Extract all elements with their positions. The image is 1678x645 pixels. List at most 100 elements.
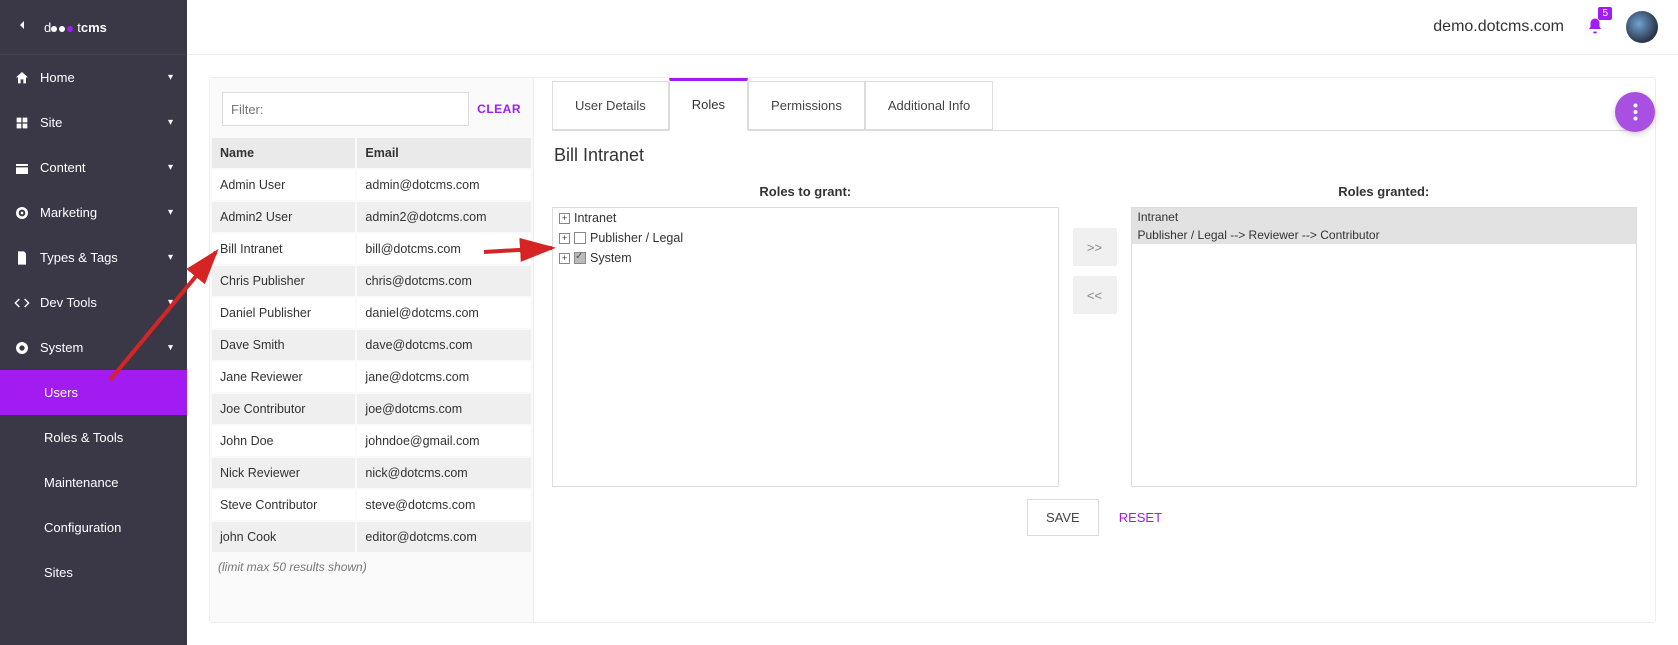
role-tree-item[interactable]: + Intranet bbox=[553, 208, 1058, 228]
table-row[interactable]: Jane Reviewerjane@dotcms.com bbox=[212, 362, 531, 392]
site-name[interactable]: demo.dotcms.com bbox=[1433, 18, 1564, 36]
user-name: Nick Reviewer bbox=[212, 458, 355, 488]
main: demo.dotcms.com 5 CLEAR bbox=[187, 0, 1678, 645]
roles-granted-box[interactable]: IntranetPublisher / Legal --> Reviewer -… bbox=[1131, 207, 1638, 487]
chevron-down-icon: ▾ bbox=[168, 207, 173, 218]
user-email: jane@dotcms.com bbox=[357, 362, 531, 392]
shuttle: >> << bbox=[1073, 228, 1117, 314]
user-name: Admin User bbox=[212, 170, 355, 200]
roles-to-grant-box[interactable]: + Intranet + Publisher / Legal +System bbox=[552, 207, 1059, 487]
sidebar: dtcms Home ▾ Site ▾ Content ▾ Marketing … bbox=[0, 0, 187, 645]
checkbox[interactable] bbox=[574, 232, 586, 244]
kebab-icon bbox=[1633, 103, 1638, 121]
chevron-down-icon: ▾ bbox=[168, 297, 173, 308]
chevron-down-icon: ▾ bbox=[168, 117, 173, 128]
user-email: joe@dotcms.com bbox=[357, 394, 531, 424]
table-row[interactable]: Daniel Publisherdaniel@dotcms.com bbox=[212, 298, 531, 328]
granted-role[interactable]: Publisher / Legal --> Reviewer --> Contr… bbox=[1132, 226, 1637, 244]
user-name: Dave Smith bbox=[212, 330, 355, 360]
notifications-button[interactable]: 5 bbox=[1586, 17, 1604, 38]
checkbox[interactable] bbox=[574, 252, 586, 264]
tab-permissions[interactable]: Permissions bbox=[748, 81, 865, 130]
user-name: john Cook bbox=[212, 522, 355, 552]
logo: dtcms bbox=[44, 17, 107, 37]
notification-badge: 5 bbox=[1598, 7, 1612, 20]
expand-icon[interactable]: + bbox=[559, 253, 570, 264]
user-email: bill@dotcms.com bbox=[357, 234, 531, 264]
user-detail-panel: User Details Roles Permissions Additiona… bbox=[534, 78, 1655, 622]
chevron-down-icon: ▾ bbox=[168, 72, 173, 83]
nav-content[interactable]: Content ▾ bbox=[0, 145, 187, 190]
roles-granted-label: Roles granted: bbox=[1131, 184, 1638, 199]
table-row[interactable]: Admin Useradmin@dotcms.com bbox=[212, 170, 531, 200]
avatar[interactable] bbox=[1626, 11, 1658, 43]
table-row[interactable]: Chris Publisherchris@dotcms.com bbox=[212, 266, 531, 296]
clear-button[interactable]: CLEAR bbox=[477, 102, 521, 116]
sidebar-header: dtcms bbox=[0, 0, 187, 55]
add-role-button[interactable]: >> bbox=[1073, 228, 1117, 266]
user-name: Steve Contributor bbox=[212, 490, 355, 520]
user-email: chris@dotcms.com bbox=[357, 266, 531, 296]
more-actions-button[interactable] bbox=[1615, 92, 1655, 132]
nav-label: Types & Tags bbox=[40, 250, 118, 265]
user-name: Bill Intranet bbox=[212, 234, 355, 264]
system-subnav: Users Roles & Tools Maintenance Configur… bbox=[0, 370, 187, 595]
table-row[interactable]: john Cookeditor@dotcms.com bbox=[212, 522, 531, 552]
nav-label: Content bbox=[40, 160, 86, 175]
role-tree-item[interactable]: + Publisher / Legal bbox=[553, 228, 1058, 248]
filter-input[interactable] bbox=[222, 92, 469, 126]
nav-home[interactable]: Home ▾ bbox=[0, 55, 187, 100]
user-email: dave@dotcms.com bbox=[357, 330, 531, 360]
reset-button[interactable]: RESET bbox=[1119, 510, 1162, 525]
nav-dev-tools[interactable]: Dev Tools ▾ bbox=[0, 280, 187, 325]
tab-additional[interactable]: Additional Info bbox=[865, 81, 993, 130]
panel: CLEAR Name Email Admin Useradmin@dotcms.… bbox=[209, 77, 1656, 623]
nav-label: Marketing bbox=[40, 205, 97, 220]
table-row[interactable]: Bill Intranetbill@dotcms.com bbox=[212, 234, 531, 264]
chevron-up-icon: ▴ bbox=[168, 342, 173, 353]
subnav-users[interactable]: Users bbox=[0, 370, 187, 415]
nav-system[interactable]: System ▴ bbox=[0, 325, 187, 370]
save-button[interactable]: SAVE bbox=[1027, 499, 1099, 536]
nav-site[interactable]: Site ▾ bbox=[0, 100, 187, 145]
role-label: Intranet bbox=[574, 211, 616, 225]
table-row[interactable]: John Doejohndoe@gmail.com bbox=[212, 426, 531, 456]
roles-to-grant-label: Roles to grant: bbox=[552, 184, 1059, 199]
user-name: Admin2 User bbox=[212, 202, 355, 232]
user-name: Jane Reviewer bbox=[212, 362, 355, 392]
remove-role-button[interactable]: << bbox=[1073, 276, 1117, 314]
role-label: Publisher / Legal bbox=[590, 231, 683, 245]
table-row[interactable]: Dave Smithdave@dotcms.com bbox=[212, 330, 531, 360]
expand-icon[interactable]: + bbox=[559, 213, 570, 224]
table-row[interactable]: Nick Reviewernick@dotcms.com bbox=[212, 458, 531, 488]
nav: Home ▾ Site ▾ Content ▾ Marketing ▾ Type… bbox=[0, 55, 187, 595]
tabs: User Details Roles Permissions Additiona… bbox=[552, 78, 1637, 131]
tab-roles[interactable]: Roles bbox=[669, 78, 748, 131]
subnav-roles-tools[interactable]: Roles & Tools bbox=[0, 415, 187, 460]
action-row: SAVE RESET bbox=[552, 499, 1637, 536]
table-row[interactable]: Admin2 Useradmin2@dotcms.com bbox=[212, 202, 531, 232]
role-tree-item[interactable]: +System bbox=[553, 248, 1058, 268]
subnav-sites[interactable]: Sites bbox=[0, 550, 187, 595]
nav-label: System bbox=[40, 340, 83, 355]
topbar: demo.dotcms.com 5 bbox=[187, 0, 1678, 55]
users-table: Name Email Admin Useradmin@dotcms.comAdm… bbox=[210, 136, 533, 554]
granted-role[interactable]: Intranet bbox=[1132, 208, 1637, 226]
tab-user-details[interactable]: User Details bbox=[552, 81, 669, 130]
user-name: Chris Publisher bbox=[212, 266, 355, 296]
user-email: editor@dotcms.com bbox=[357, 522, 531, 552]
table-row[interactable]: Steve Contributorsteve@dotcms.com bbox=[212, 490, 531, 520]
subnav-configuration[interactable]: Configuration bbox=[0, 505, 187, 550]
back-icon[interactable] bbox=[14, 17, 30, 38]
table-row[interactable]: Joe Contributorjoe@dotcms.com bbox=[212, 394, 531, 424]
user-email: daniel@dotcms.com bbox=[357, 298, 531, 328]
subnav-maintenance[interactable]: Maintenance bbox=[0, 460, 187, 505]
expand-icon[interactable]: + bbox=[559, 233, 570, 244]
users-list-panel: CLEAR Name Email Admin Useradmin@dotcms.… bbox=[210, 78, 534, 622]
nav-label: Site bbox=[40, 115, 62, 130]
user-name: John Doe bbox=[212, 426, 355, 456]
user-name: Joe Contributor bbox=[212, 394, 355, 424]
nav-types-tags[interactable]: Types & Tags ▾ bbox=[0, 235, 187, 280]
page-title: Bill Intranet bbox=[554, 145, 1637, 166]
nav-marketing[interactable]: Marketing ▾ bbox=[0, 190, 187, 235]
